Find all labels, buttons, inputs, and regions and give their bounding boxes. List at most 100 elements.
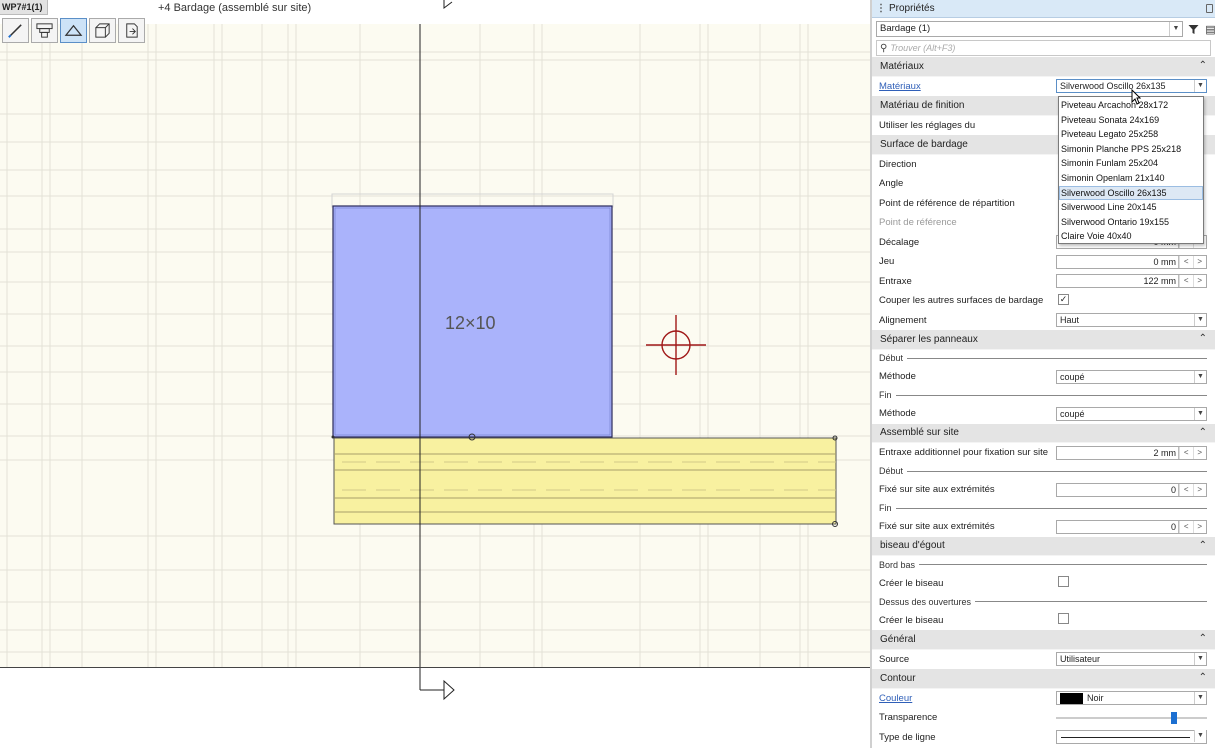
drag-grip-icon[interactable]: ⋮	[876, 3, 886, 14]
alignement-select[interactable]: Haut ▼	[1056, 313, 1207, 328]
slider-thumb[interactable]	[1170, 711, 1177, 724]
divider	[907, 470, 1207, 472]
section-materiaux[interactable]: Matériaux ⌃	[872, 57, 1215, 77]
couleur-link[interactable]: Couleur	[879, 693, 1057, 704]
increment-icon[interactable]: >	[1192, 255, 1207, 268]
dropdown-option[interactable]: Silverwood Ontario 19x155	[1059, 215, 1203, 230]
type-ligne-select[interactable]: ▼	[1056, 730, 1207, 745]
chevron-down-icon[interactable]: ▼	[1194, 653, 1206, 666]
row-methode-debut: Méthode coupé ▼	[872, 367, 1215, 387]
decrement-icon[interactable]: <	[1179, 275, 1193, 288]
transparence-slider[interactable]	[1056, 711, 1207, 725]
section-general[interactable]: Général ⌃	[872, 630, 1215, 650]
chevron-down-icon[interactable]: ▼	[1194, 692, 1206, 705]
divider	[975, 601, 1207, 603]
roof-button[interactable]	[60, 18, 87, 43]
increment-icon[interactable]: >	[1192, 520, 1207, 533]
property-search-input[interactable]: ⚲ Trouver (Alt+F3)	[876, 40, 1211, 56]
decrement-icon[interactable]: <	[1179, 520, 1193, 533]
increment-icon[interactable]: >	[1192, 483, 1207, 496]
properties-title: Propriétés	[889, 3, 935, 14]
decrement-icon[interactable]: <	[1179, 483, 1193, 496]
subhead-fin-2: Fin	[872, 500, 1215, 518]
selection-combo[interactable]: Bardage (1) ▼	[876, 21, 1183, 37]
fixe-fin-value: 0	[1170, 521, 1176, 532]
entraxe-input[interactable]: 122 mm < >	[1056, 274, 1207, 289]
divider	[895, 507, 1207, 509]
dropdown-option[interactable]: Piveteau Sonata 24x169	[1059, 113, 1203, 128]
drawing-viewport[interactable]: WP7#1(1) +4 Bardage (assemblé sur site)	[0, 0, 870, 748]
divider	[919, 564, 1207, 566]
chevron-down-icon[interactable]: ▼	[1194, 80, 1206, 93]
crosshair-icon	[646, 315, 706, 375]
chevron-up-icon[interactable]: ⌃	[1199, 60, 1207, 71]
divider	[895, 394, 1207, 396]
corner-handle[interactable]	[331, 435, 335, 439]
section-contour[interactable]: Contour ⌃	[872, 669, 1215, 689]
subhead-debut-2: Début	[872, 463, 1215, 481]
line-style-preview	[1061, 737, 1190, 739]
materiaux-select-value: Silverwood Oscillo 26x135	[1060, 81, 1166, 92]
row-source: Source Utilisateur ▼	[872, 650, 1215, 670]
fixe-debut-input[interactable]: 0 < >	[1056, 482, 1207, 497]
export-button[interactable]	[118, 18, 145, 43]
chevron-down-icon[interactable]: ▼	[1194, 407, 1206, 420]
section-assemble[interactable]: Assemblé sur site ⌃	[872, 423, 1215, 443]
increment-icon[interactable]: >	[1192, 446, 1207, 459]
table-view-icon[interactable]: ▤	[1204, 22, 1215, 36]
pencil-button[interactable]	[2, 18, 29, 43]
structure-button[interactable]	[31, 18, 58, 43]
angle-label: Angle	[879, 178, 904, 190]
chevron-up-icon[interactable]: ⌃	[1199, 540, 1207, 551]
entraxe-add-input[interactable]: 2 mm < >	[1056, 445, 1207, 460]
chevron-down-icon[interactable]: ▼	[1194, 370, 1206, 383]
entraxe-label: Entraxe	[879, 275, 912, 287]
pin-icon[interactable]	[1206, 4, 1213, 13]
fixe-fin-input[interactable]: 0 < >	[1056, 519, 1207, 534]
increment-icon[interactable]: >	[1192, 275, 1207, 288]
jeu-input[interactable]: 0 mm < >	[1056, 254, 1207, 269]
dropdown-option[interactable]: Silverwood Oscillo 26x135	[1059, 185, 1203, 201]
couleur-value: Noir	[1087, 693, 1104, 704]
box-3d-button[interactable]	[89, 18, 116, 43]
source-value: Utilisateur	[1060, 654, 1101, 665]
selection-row: Bardage (1) ▼ ▤	[872, 18, 1215, 40]
dropdown-option[interactable]: Claire Voie 40x40	[1059, 229, 1203, 244]
dropdown-option[interactable]: Simonin Funlam 25x204	[1059, 156, 1203, 171]
dropdown-option[interactable]: Simonin Planche PPS 25x218	[1059, 142, 1203, 157]
source-select[interactable]: Utilisateur ▼	[1056, 652, 1207, 667]
view-title: +4 Bardage (assemblé sur site)	[158, 2, 312, 14]
methode-debut-select[interactable]: coupé ▼	[1056, 369, 1207, 384]
section-biseau[interactable]: biseau d'égout ⌃	[872, 536, 1215, 556]
chevron-down-icon[interactable]: ▼	[1169, 22, 1182, 36]
row-fixe-fin: Fixé sur site aux extrémités 0 < >	[872, 517, 1215, 537]
section-separer[interactable]: Séparer les panneaux ⌃	[872, 330, 1215, 350]
dessus-ouvertures-label: Dessus des ouvertures	[879, 596, 972, 607]
filter-icon[interactable]	[1187, 22, 1200, 36]
bardage-element[interactable]	[333, 437, 837, 525]
chevron-up-icon[interactable]: ⌃	[1199, 333, 1207, 344]
materiaux-link[interactable]: Matériaux	[879, 81, 1057, 92]
properties-header: ⋮ Propriétés	[872, 0, 1215, 18]
row-transparence: Transparence	[872, 708, 1215, 728]
methode-fin-select[interactable]: coupé ▼	[1056, 406, 1207, 421]
chevron-up-icon[interactable]: ⌃	[1199, 672, 1207, 683]
decrement-icon[interactable]: <	[1179, 255, 1193, 268]
drawing-canvas[interactable]: 12×10	[0, 24, 870, 668]
dropdown-option[interactable]: Silverwood Line 20x145	[1059, 200, 1203, 215]
creer-biseau-checkbox[interactable]	[1058, 613, 1069, 625]
dropdown-option[interactable]: Simonin Openlam 21x140	[1059, 171, 1203, 186]
couleur-select[interactable]: Noir ▼	[1056, 691, 1207, 706]
dropdown-option[interactable]: Piveteau Legato 25x258	[1059, 127, 1203, 142]
chevron-up-icon[interactable]: ⌃	[1199, 633, 1207, 644]
creer-biseau-checkbox[interactable]	[1058, 576, 1069, 588]
chevron-up-icon[interactable]: ⌃	[1199, 427, 1207, 438]
view-tab[interactable]: WP7#1(1)	[0, 0, 48, 15]
mouse-cursor-icon	[1131, 89, 1141, 105]
chevron-down-icon[interactable]: ▼	[1194, 314, 1206, 327]
couper-checkbox[interactable]: ✓	[1058, 293, 1069, 305]
row-creer-biseau-2: Créer le biseau	[872, 611, 1215, 631]
decrement-icon[interactable]: <	[1179, 446, 1193, 459]
chevron-down-icon[interactable]: ▼	[1194, 730, 1206, 743]
section-arrow-icon	[443, 679, 455, 701]
